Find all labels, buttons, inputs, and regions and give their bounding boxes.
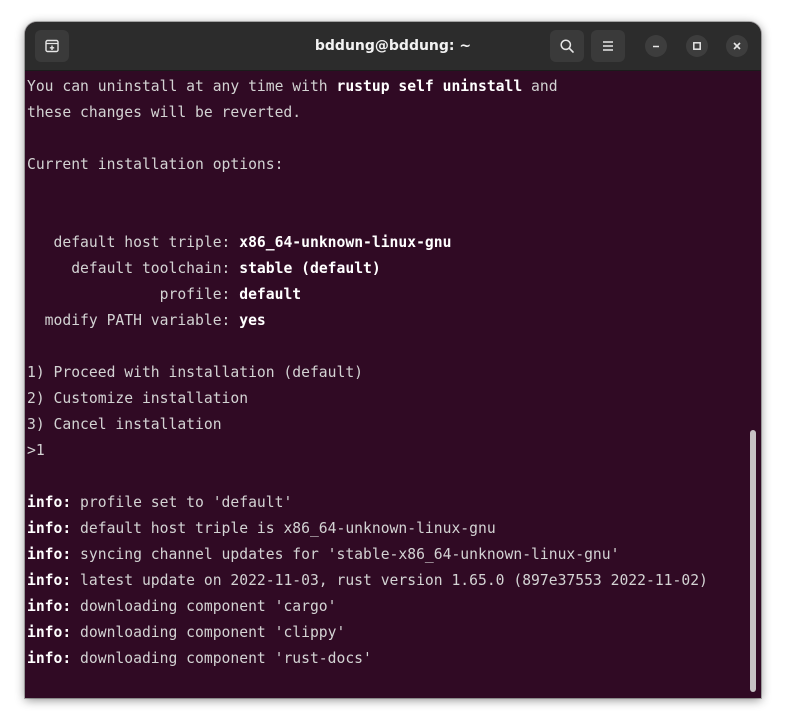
info-line: info: downloading component 'clippy' <box>27 624 346 641</box>
hamburger-menu-icon <box>603 41 613 51</box>
new-tab-button[interactable] <box>35 30 69 62</box>
info-line: info: profile set to 'default' <box>27 494 293 511</box>
terminal-line: Current installation options: <box>27 156 284 173</box>
maximize-icon <box>693 42 701 50</box>
terminal-output[interactable]: You can uninstall at any time with rustu… <box>25 71 747 698</box>
menu-button[interactable] <box>591 30 625 62</box>
title-bar: bddung@bddung: ~ <box>25 22 761 71</box>
terminal-window: bddung@bddung: ~ You can uninstall at an… <box>25 22 761 698</box>
info-line: info: default host triple is x86_64-unkn… <box>27 520 496 537</box>
terminal-line: You can uninstall at any time with rustu… <box>27 78 558 95</box>
terminal-line: these changes will be reverted. <box>27 104 302 121</box>
option-host-triple: default host triple: x86_64-unknown-linu… <box>27 234 452 251</box>
menu-choice: 2) Customize installation <box>27 390 249 407</box>
search-button[interactable] <box>550 30 584 62</box>
maximize-button[interactable] <box>686 35 708 57</box>
option-toolchain: default toolchain: stable (default) <box>27 260 381 277</box>
menu-choice: 3) Cancel installation <box>27 416 222 433</box>
close-icon <box>733 42 741 50</box>
option-modify-path: modify PATH variable: yes <box>27 312 266 329</box>
close-button[interactable] <box>726 35 748 57</box>
info-line: info: syncing channel updates for 'stabl… <box>27 546 620 563</box>
info-line: info: downloading component 'cargo' <box>27 598 337 615</box>
minimize-button[interactable] <box>645 35 667 57</box>
info-line: info: downloading component 'rust-docs' <box>27 650 372 667</box>
info-line: info: latest update on 2022-11-03, rust … <box>27 572 708 589</box>
new-tab-icon <box>45 39 59 53</box>
minimize-icon <box>653 45 659 48</box>
search-icon <box>560 39 574 53</box>
menu-choice: 1) Proceed with installation (default) <box>27 364 364 381</box>
option-profile: profile: default <box>27 286 302 303</box>
scrollbar-thumb[interactable] <box>750 430 756 692</box>
input-prompt: >1 <box>27 442 45 459</box>
